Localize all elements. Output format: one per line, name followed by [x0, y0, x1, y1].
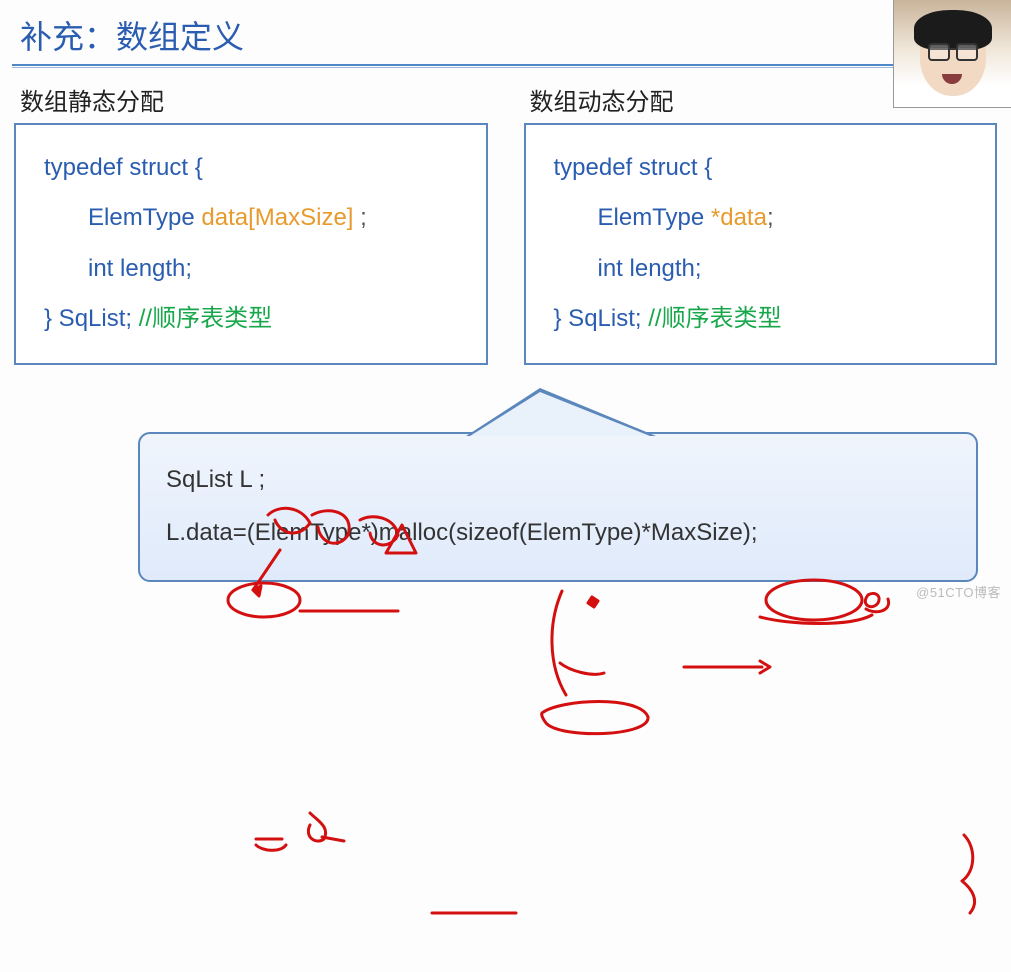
left-line4-comment: //顺序表类型 [139, 305, 272, 332]
title-divider [12, 64, 999, 68]
left-line2-pre: ElemType [88, 204, 201, 231]
right-line2-post: ; [767, 204, 774, 231]
right-code-line1: typedef struct { [554, 143, 978, 193]
left-code-line3: int length; [88, 244, 468, 294]
right-code-line2: ElemType *data; [598, 193, 978, 243]
bottom-line2: L.data=(ElemType*)malloc(sizeof(ElemType… [166, 507, 950, 560]
columns: 数组静态分配 typedef struct { ElemType data[Ma… [0, 82, 1011, 365]
right-line4-pre: } SqList; [554, 305, 649, 332]
left-subheader: 数组静态分配 [14, 82, 488, 117]
presenter-face-icon [920, 18, 986, 96]
right-line4-comment: //顺序表类型 [648, 305, 781, 332]
callout-tail [470, 392, 650, 436]
left-line2-data: data[MaxSize] [201, 204, 353, 231]
left-line2-post: ; [353, 204, 366, 231]
bottom-callout: SqList L ; L.data=(ElemType*)malloc(size… [138, 432, 978, 582]
right-line2-star: *data [711, 204, 767, 231]
slide-title: 补充：数组定义 [0, 0, 1011, 64]
left-line4-pre: } SqList; [44, 305, 139, 332]
right-code-line3: int length; [598, 244, 978, 294]
left-code-line2: ElemType data[MaxSize] ; [88, 193, 468, 243]
right-column: 数组动态分配 typedef struct { ElemType *data; … [524, 82, 998, 365]
left-column: 数组静态分配 typedef struct { ElemType data[Ma… [14, 82, 488, 365]
presenter-webcam [893, 0, 1011, 108]
left-code-line1: typedef struct { [44, 143, 468, 193]
left-code-line4: } SqList; //顺序表类型 [44, 294, 468, 344]
bottom-line1: SqList L ; [166, 454, 950, 507]
watermark: @51CTO博客 [916, 582, 1001, 601]
right-code-line4: } SqList; //顺序表类型 [554, 294, 978, 344]
left-code-box: typedef struct { ElemType data[MaxSize] … [14, 123, 488, 365]
right-line2-pre: ElemType [598, 204, 711, 231]
right-code-box: typedef struct { ElemType *data; int len… [524, 123, 998, 365]
